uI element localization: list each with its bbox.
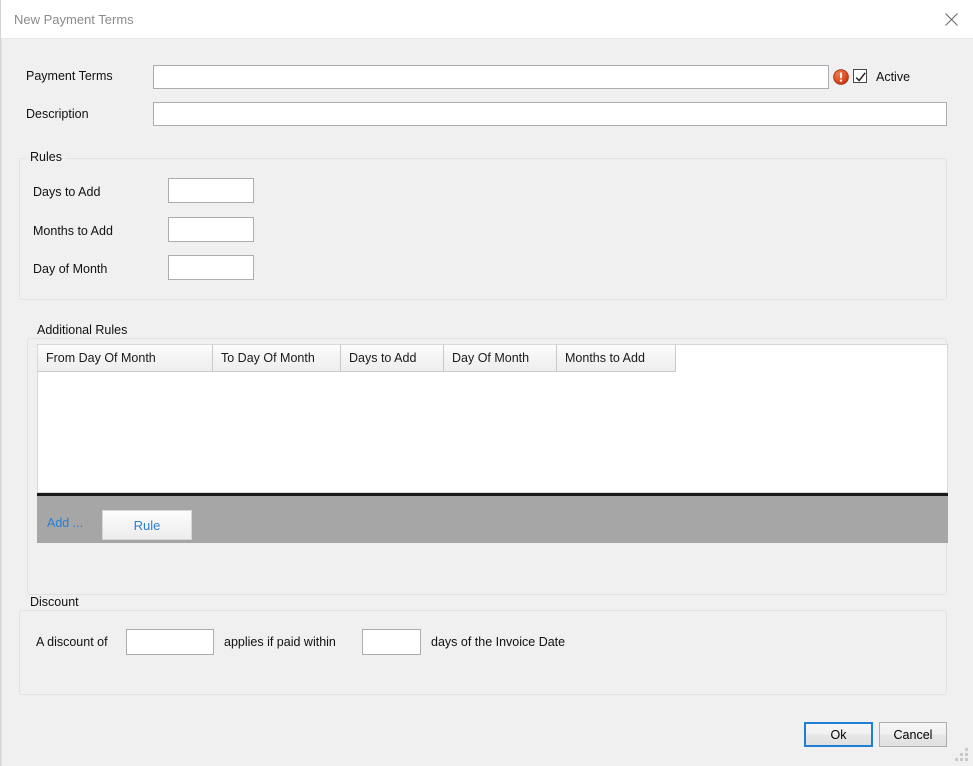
new-payment-terms-dialog: New Payment Terms Payment Terms Active D… — [0, 0, 973, 766]
discount-text-before: A discount of — [36, 635, 108, 649]
payment-terms-label: Payment Terms — [26, 69, 113, 83]
discount-text-after: days of the Invoice Date — [431, 635, 566, 649]
discount-days-input[interactable] — [362, 629, 421, 655]
dialog-body: Payment Terms Active Description Rules D… — [1, 39, 973, 766]
column-header-to-day-of-month[interactable]: To Day Of Month — [213, 345, 341, 372]
active-label: Active — [876, 70, 911, 84]
grid-rows-area[interactable] — [38, 372, 947, 492]
days-to-add-input[interactable] — [168, 178, 254, 203]
close-icon[interactable] — [928, 0, 973, 38]
description-label: Description — [26, 107, 89, 121]
title-bar: New Payment Terms — [1, 0, 973, 39]
day-of-month-input[interactable] — [168, 255, 254, 280]
column-header-day-of-month[interactable]: Day Of Month — [444, 345, 557, 372]
months-to-add-label: Months to Add — [33, 224, 113, 238]
checkmark-icon — [855, 72, 866, 82]
grid-toolbar: Add ... Rule — [37, 493, 948, 543]
discount-amount-input[interactable] — [126, 629, 214, 655]
window-title: New Payment Terms — [14, 12, 134, 27]
description-input[interactable] — [153, 102, 947, 126]
discount-group-title: Discount — [26, 595, 83, 609]
active-checkbox[interactable] — [853, 69, 867, 83]
payment-terms-input[interactable] — [153, 65, 829, 89]
column-header-from-day-of-month[interactable]: From Day Of Month — [38, 345, 213, 372]
cancel-button[interactable]: Cancel — [879, 722, 947, 747]
rules-group — [19, 158, 947, 300]
grid-header-row: From Day Of Month To Day Of Month Days t… — [38, 345, 676, 372]
column-header-months-to-add[interactable]: Months to Add — [557, 345, 676, 372]
ok-button[interactable]: Ok — [804, 722, 873, 747]
discount-text-middle: applies if paid within — [224, 635, 336, 649]
additional-rules-group-title: Additional Rules — [33, 323, 132, 337]
resize-grip[interactable] — [955, 748, 969, 762]
close-x-glyph — [944, 12, 958, 26]
day-of-month-label: Day of Month — [33, 262, 108, 276]
additional-rules-grid[interactable]: From Day Of Month To Day Of Month Days t… — [37, 344, 948, 493]
column-header-days-to-add[interactable]: Days to Add — [341, 345, 444, 372]
rules-group-title: Rules — [26, 150, 66, 164]
days-to-add-label: Days to Add — [33, 185, 101, 199]
months-to-add-input[interactable] — [168, 217, 254, 242]
add-rule-button[interactable]: Rule — [102, 510, 192, 540]
error-exclamation-icon — [833, 69, 849, 85]
add-link[interactable]: Add ... — [47, 516, 83, 530]
